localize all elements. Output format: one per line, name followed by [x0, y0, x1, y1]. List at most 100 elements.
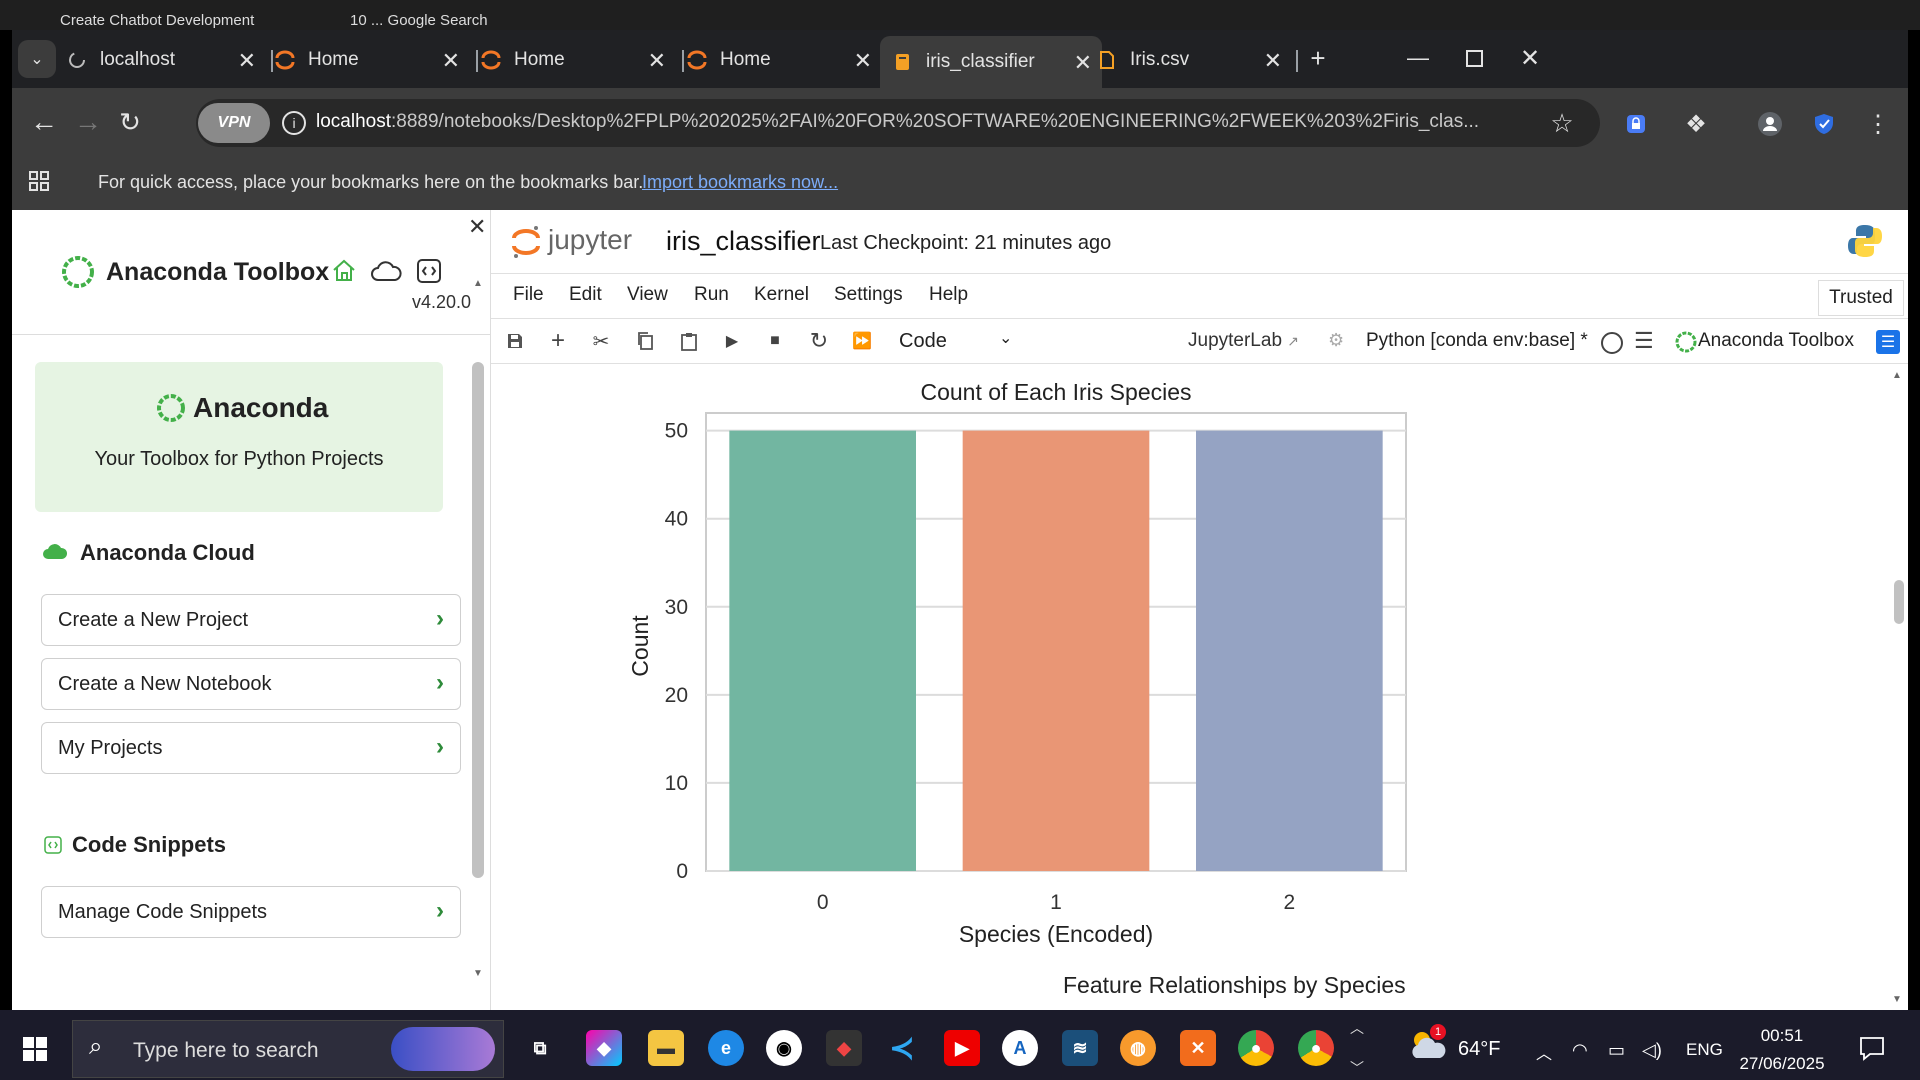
apps-grid-icon[interactable]: [28, 170, 52, 194]
cloud-icon[interactable]: [370, 258, 402, 286]
vpn-badge[interactable]: VPN: [198, 103, 270, 143]
copy-icon[interactable]: [632, 328, 658, 354]
close-icon[interactable]: ✕: [1264, 48, 1282, 74]
language-indicator[interactable]: ENG: [1686, 1040, 1723, 1060]
sidebar-scrollbar[interactable]: [472, 362, 484, 878]
battery-icon[interactable]: ▭: [1608, 1040, 1625, 1061]
home-icon[interactable]: [330, 256, 360, 286]
run-icon[interactable]: ▶: [719, 328, 745, 354]
paste-icon[interactable]: [676, 328, 702, 354]
notebook-title[interactable]: iris_classifier: [666, 226, 821, 257]
gear-icon[interactable]: ⚙: [1328, 330, 1344, 351]
menu-edit[interactable]: Edit: [569, 284, 602, 306]
chevron-up-icon[interactable]: ︿: [1536, 1040, 1552, 1064]
my-projects-button[interactable]: My Projects ›: [41, 722, 461, 774]
chevron-down-icon[interactable]: ﹀: [1350, 1058, 1364, 1078]
restart-icon[interactable]: ↻: [806, 328, 832, 354]
weather-temp[interactable]: 64°F: [1458, 1038, 1500, 1061]
task-view-icon[interactable]: ⧉: [522, 1030, 558, 1066]
tab-iris-csv[interactable]: Iris.csv ✕: [1096, 38, 1292, 82]
scroll-down-icon[interactable]: ▼: [471, 968, 485, 979]
app-store-icon[interactable]: A: [1002, 1030, 1038, 1066]
close-icon[interactable]: ✕: [648, 48, 666, 74]
close-icon[interactable]: ✕: [442, 48, 460, 74]
windows-start-icon[interactable]: [22, 1036, 48, 1062]
github-desktop-icon[interactable]: ◉: [766, 1030, 802, 1066]
youtube-icon[interactable]: ▶: [944, 1030, 980, 1066]
mysql-icon[interactable]: ≋: [1062, 1030, 1098, 1066]
save-icon[interactable]: [502, 328, 528, 354]
code-snippet-icon[interactable]: [416, 258, 442, 284]
kernel-name[interactable]: Python [conda env:base] *: [1366, 330, 1588, 352]
url-text[interactable]: localhost:8889/notebooks/Desktop%2FPLP%2…: [316, 111, 1486, 133]
notebook-scrollbar[interactable]: [1894, 580, 1904, 624]
add-cell-icon[interactable]: +: [545, 327, 571, 354]
forward-button[interactable]: →: [70, 104, 106, 140]
close-icon[interactable]: ✕: [1074, 50, 1092, 76]
copilot-icon[interactable]: ◆: [586, 1030, 622, 1066]
menu-dots-icon[interactable]: ⋮: [1864, 108, 1892, 140]
clock-time[interactable]: 00:51: [1736, 1026, 1828, 1046]
clock-date[interactable]: 27/06/2025: [1730, 1054, 1834, 1074]
menu-kernel[interactable]: Kernel: [754, 284, 809, 306]
chevron-up-icon[interactable]: ︿: [1350, 1018, 1364, 1038]
anaconda-toolbox-button[interactable]: Anaconda Toolbox: [1698, 330, 1854, 352]
close-sidebar-icon[interactable]: ✕: [468, 214, 486, 240]
reload-button[interactable]: ↻: [112, 104, 148, 140]
xampp-icon[interactable]: ✕: [1180, 1030, 1216, 1066]
menu-run[interactable]: Run: [694, 284, 729, 306]
stop-icon[interactable]: ■: [762, 328, 788, 354]
file-explorer-icon[interactable]: ▬: [648, 1030, 684, 1066]
extensions-icon[interactable]: ❖: [1680, 108, 1712, 140]
close-icon[interactable]: ✕: [238, 48, 256, 74]
volume-icon[interactable]: ◁): [1642, 1040, 1662, 1061]
weather-icon[interactable]: 1: [1408, 1024, 1448, 1062]
cell-type-select[interactable]: Code ⌄: [899, 330, 1019, 354]
git-icon[interactable]: ◆: [826, 1030, 862, 1066]
tab-home-1[interactable]: Home ✕: [274, 38, 470, 82]
edge-icon[interactable]: e: [708, 1030, 744, 1066]
create-project-button[interactable]: Create a New Project ›: [41, 594, 461, 646]
menu-view[interactable]: View: [627, 284, 668, 306]
bookmark-star-icon[interactable]: ☆: [1546, 107, 1578, 139]
minimize-button[interactable]: —: [1402, 40, 1434, 76]
info-icon[interactable]: i: [282, 111, 306, 135]
vscode-icon[interactable]: ≺: [884, 1030, 920, 1066]
close-window-button[interactable]: ✕: [1514, 40, 1546, 76]
notification-icon[interactable]: [1858, 1034, 1886, 1062]
chrome-profile-icon[interactable]: ●: [1298, 1030, 1334, 1066]
new-tab-button[interactable]: +: [1302, 40, 1334, 76]
import-bookmarks-link[interactable]: Import bookmarks now...: [642, 172, 838, 193]
address-bar[interactable]: VPN i localhost:8889/notebooks/Desktop%2…: [196, 99, 1600, 147]
chrome-icon[interactable]: ●: [1238, 1030, 1274, 1066]
scroll-up-icon[interactable]: ▲: [471, 278, 485, 289]
taskbar-search[interactable]: ⌕ Type here to search: [72, 1020, 504, 1078]
maximize-button[interactable]: [1458, 40, 1490, 76]
close-icon[interactable]: ✕: [854, 48, 872, 74]
shield-icon[interactable]: [1810, 110, 1838, 138]
back-button[interactable]: ←: [26, 104, 62, 140]
tab-iris-classifier[interactable]: iris_classifier ✕: [880, 36, 1102, 88]
tab-search-button[interactable]: ⌄: [18, 40, 56, 78]
menu-file[interactable]: File: [513, 284, 544, 306]
password-manager-icon[interactable]: [1622, 110, 1650, 138]
jupyterlab-link[interactable]: JupyterLab ↗: [1188, 330, 1299, 352]
tab-home-2[interactable]: Home ✕: [480, 38, 676, 82]
card-title: Anaconda: [193, 392, 329, 423]
property-inspector-icon[interactable]: ☰: [1876, 330, 1900, 354]
profile-icon[interactable]: [1756, 110, 1784, 138]
manage-snippets-button[interactable]: Manage Code Snippets ›: [41, 886, 461, 938]
list-icon[interactable]: ☰: [1634, 328, 1654, 354]
tab-home-3[interactable]: Home ✕: [686, 38, 882, 82]
scroll-up-icon[interactable]: ▲: [1892, 370, 1906, 381]
wifi-icon[interactable]: ◠: [1572, 1040, 1588, 1061]
trusted-indicator[interactable]: Trusted: [1818, 280, 1904, 316]
menu-help[interactable]: Help: [929, 284, 968, 306]
tab-localhost[interactable]: localhost ✕: [66, 38, 266, 82]
fast-forward-icon[interactable]: ⏩: [849, 328, 875, 354]
scroll-down-icon[interactable]: ▼: [1892, 994, 1906, 1005]
menu-settings[interactable]: Settings: [834, 284, 903, 306]
cut-icon[interactable]: ✂: [588, 328, 614, 354]
brave-icon[interactable]: ◍: [1120, 1030, 1156, 1066]
create-notebook-button[interactable]: Create a New Notebook ›: [41, 658, 461, 710]
